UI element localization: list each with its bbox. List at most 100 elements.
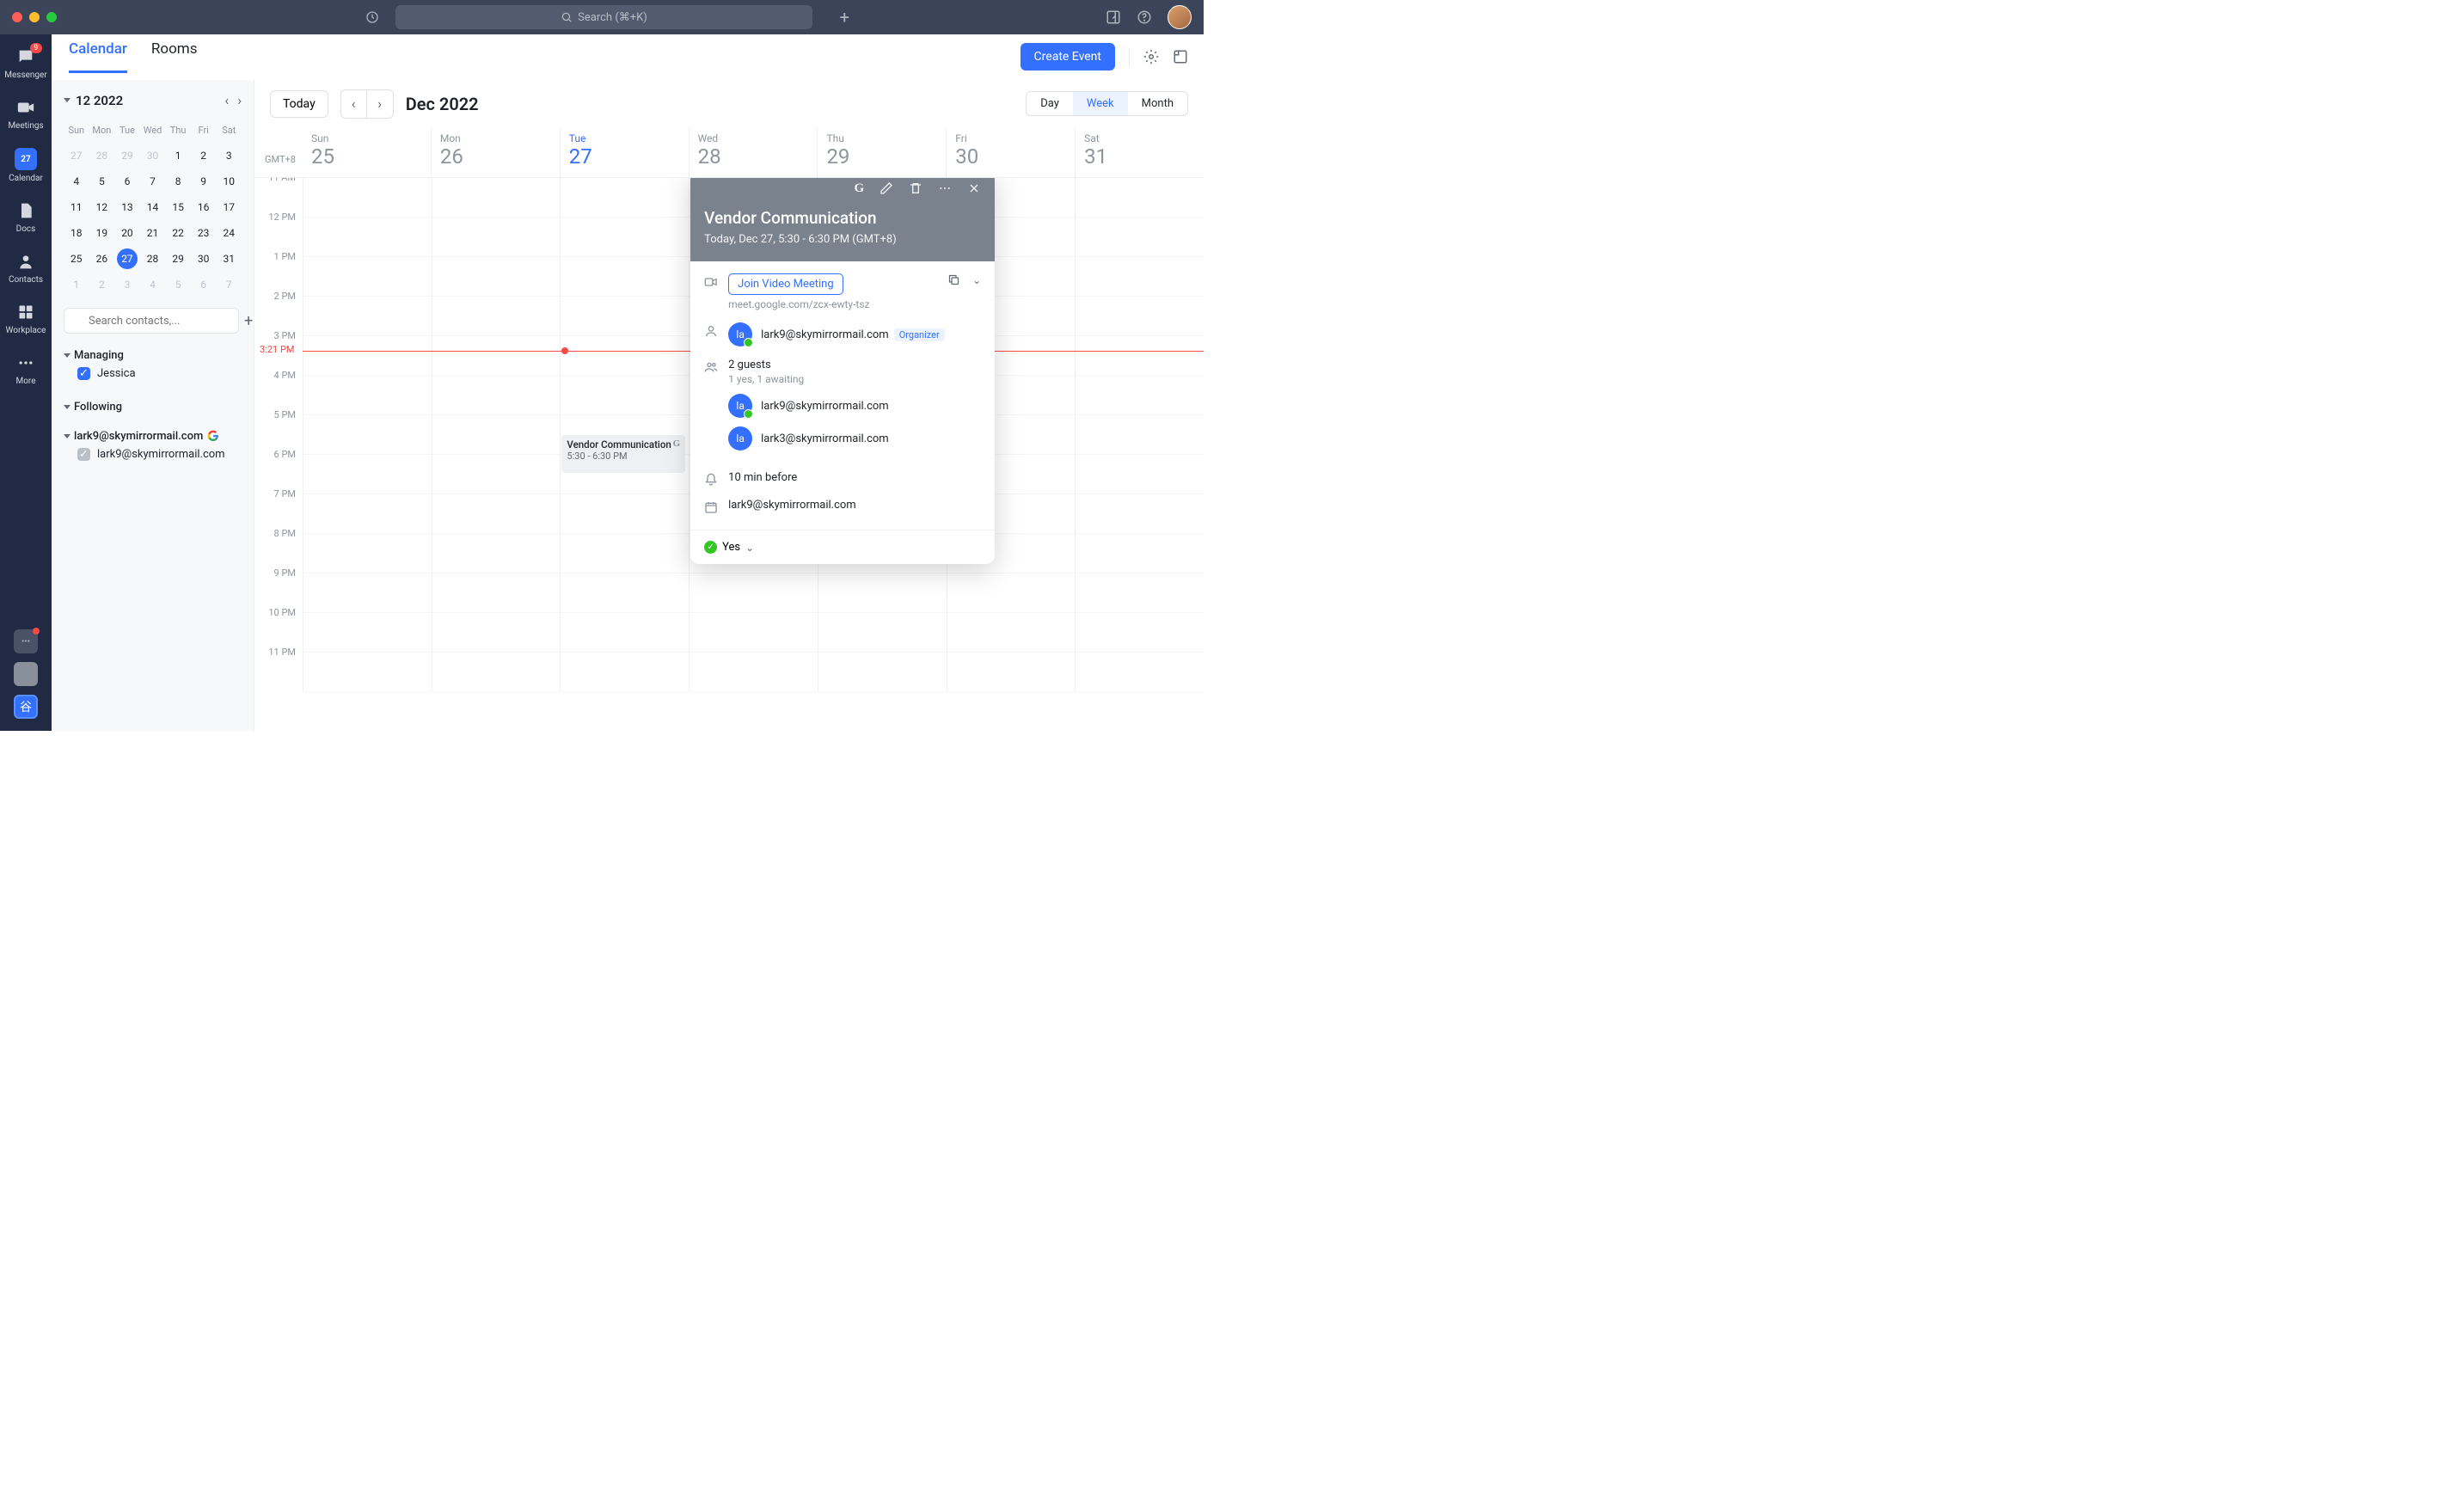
rail-app-1[interactable]: ••• xyxy=(14,629,38,653)
rail-app-2[interactable] xyxy=(14,662,38,686)
nav-calendar[interactable]: 27 Calendar xyxy=(9,148,43,183)
tab-rooms[interactable]: Rooms xyxy=(151,40,198,73)
mini-cal-day[interactable]: 27 xyxy=(114,246,140,272)
mini-cal-day[interactable]: 24 xyxy=(216,220,242,246)
section-following[interactable]: Following xyxy=(64,401,242,414)
day-header[interactable]: Thu29 xyxy=(817,127,946,177)
nav-docs[interactable]: Docs xyxy=(15,200,36,234)
mini-cal-day[interactable]: 19 xyxy=(89,220,115,246)
mini-cal-day[interactable]: 25 xyxy=(64,246,89,272)
mini-cal-day[interactable]: 13 xyxy=(114,194,140,220)
mini-cal-day[interactable]: 2 xyxy=(191,143,217,169)
view-week[interactable]: Week xyxy=(1073,92,1128,115)
mini-cal-day[interactable]: 23 xyxy=(191,220,217,246)
month-dropdown-icon[interactable] xyxy=(64,98,70,102)
section-account[interactable]: lark9@skymirrormail.com xyxy=(64,429,242,443)
nav-meetings[interactable]: Meetings xyxy=(8,97,43,131)
rail-app-3[interactable]: 谷 xyxy=(14,695,38,719)
mini-cal-day[interactable]: 6 xyxy=(114,169,140,194)
view-month[interactable]: Month xyxy=(1128,92,1187,115)
calendar-item-account[interactable]: ✓ lark9@skymirrormail.com xyxy=(64,443,242,466)
close-icon[interactable] xyxy=(967,181,981,196)
next-month[interactable]: › xyxy=(237,92,242,108)
mini-cal-day[interactable]: 3 xyxy=(114,272,140,297)
mini-cal-day[interactable]: 8 xyxy=(165,169,191,194)
mini-cal-day[interactable]: 7 xyxy=(216,272,242,297)
day-header[interactable]: Sat31 xyxy=(1075,127,1204,177)
mini-cal-day[interactable]: 11 xyxy=(64,194,89,220)
mini-cal-day[interactable]: 10 xyxy=(216,169,242,194)
mini-cal-day[interactable]: 9 xyxy=(191,169,217,194)
event-vendor-communication[interactable]: Vendor CommunicationG 5:30 - 6:30 PM xyxy=(561,435,685,473)
join-video-button[interactable]: Join Video Meeting xyxy=(728,273,843,295)
mini-cal-day[interactable]: 1 xyxy=(165,143,191,169)
copy-icon[interactable] xyxy=(947,273,960,286)
mini-cal-day[interactable]: 7 xyxy=(140,169,166,194)
day-header[interactable]: Wed28 xyxy=(689,127,818,177)
settings-icon[interactable] xyxy=(1143,49,1159,64)
next-week[interactable]: › xyxy=(367,90,393,118)
add-contact-button[interactable]: + xyxy=(244,311,253,330)
rsvp-selector[interactable]: ✓ Yes ⌄ xyxy=(690,530,995,564)
mini-cal-day[interactable]: 30 xyxy=(140,143,166,169)
today-button[interactable]: Today xyxy=(270,90,328,118)
edit-icon[interactable] xyxy=(880,181,893,196)
prev-week[interactable]: ‹ xyxy=(341,90,367,118)
day-column[interactable] xyxy=(1075,178,1204,692)
day-header[interactable]: Sun25 xyxy=(303,127,431,177)
mini-cal-day[interactable]: 5 xyxy=(89,169,115,194)
google-icon[interactable]: G xyxy=(854,181,864,196)
mini-cal-day[interactable]: 18 xyxy=(64,220,89,246)
popout-icon[interactable] xyxy=(1173,49,1188,64)
mini-cal-day[interactable]: 3 xyxy=(216,143,242,169)
mini-cal-day[interactable]: 2 xyxy=(89,272,115,297)
day-header[interactable]: Mon26 xyxy=(431,127,560,177)
nav-contacts[interactable]: Contacts xyxy=(9,251,43,285)
new-item-button[interactable]: + xyxy=(840,7,849,28)
nav-messenger[interactable]: 9 Messenger xyxy=(4,46,47,80)
mini-cal-day[interactable]: 6 xyxy=(191,272,217,297)
history-icon[interactable] xyxy=(365,10,379,24)
mini-cal-day[interactable]: 5 xyxy=(165,272,191,297)
delete-icon[interactable] xyxy=(909,181,922,196)
maximize-window[interactable] xyxy=(46,12,57,22)
mini-cal-day[interactable]: 22 xyxy=(165,220,191,246)
more-icon[interactable] xyxy=(938,181,952,196)
section-managing[interactable]: Managing xyxy=(64,349,242,362)
minimize-window[interactable] xyxy=(29,12,40,22)
mini-cal-day[interactable]: 17 xyxy=(216,194,242,220)
create-event-button[interactable]: Create Event xyxy=(1021,43,1115,71)
mini-cal-day[interactable]: 31 xyxy=(216,246,242,272)
mini-cal-day[interactable]: 15 xyxy=(165,194,191,220)
mini-cal-day[interactable]: 4 xyxy=(140,272,166,297)
day-header[interactable]: Tue27 xyxy=(560,127,689,177)
mini-cal-day[interactable]: 30 xyxy=(191,246,217,272)
mini-cal-day[interactable]: 29 xyxy=(114,143,140,169)
mini-cal-day[interactable]: 1 xyxy=(64,272,89,297)
nav-workplace[interactable]: Workplace xyxy=(6,302,46,335)
help-icon[interactable] xyxy=(1137,9,1152,25)
mini-cal-day[interactable]: 27 xyxy=(64,143,89,169)
mini-cal-day[interactable]: 14 xyxy=(140,194,166,220)
day-header[interactable]: Fri30 xyxy=(946,127,1075,177)
global-search[interactable]: Search (⌘+K) xyxy=(395,5,812,29)
search-contacts-input[interactable] xyxy=(64,308,239,334)
prev-month[interactable]: ‹ xyxy=(224,92,229,108)
calendar-item-jessica[interactable]: ✓ Jessica xyxy=(64,362,242,385)
day-column[interactable] xyxy=(303,178,432,692)
mini-cal-day[interactable]: 21 xyxy=(140,220,166,246)
profile-avatar[interactable] xyxy=(1168,5,1192,29)
day-column[interactable] xyxy=(432,178,561,692)
chevron-down-icon[interactable]: ⌄ xyxy=(972,274,981,286)
nav-more[interactable]: More xyxy=(15,353,36,386)
mini-cal-day[interactable]: 20 xyxy=(114,220,140,246)
mini-cal-day[interactable]: 26 xyxy=(89,246,115,272)
mini-cal-day[interactable]: 28 xyxy=(89,143,115,169)
mini-cal-day[interactable]: 12 xyxy=(89,194,115,220)
mini-cal-day[interactable]: 29 xyxy=(165,246,191,272)
view-day[interactable]: Day xyxy=(1027,92,1073,115)
tab-calendar[interactable]: Calendar xyxy=(69,40,127,73)
close-window[interactable] xyxy=(12,12,22,22)
mini-cal-day[interactable]: 28 xyxy=(140,246,166,272)
mini-cal-day[interactable]: 16 xyxy=(191,194,217,220)
